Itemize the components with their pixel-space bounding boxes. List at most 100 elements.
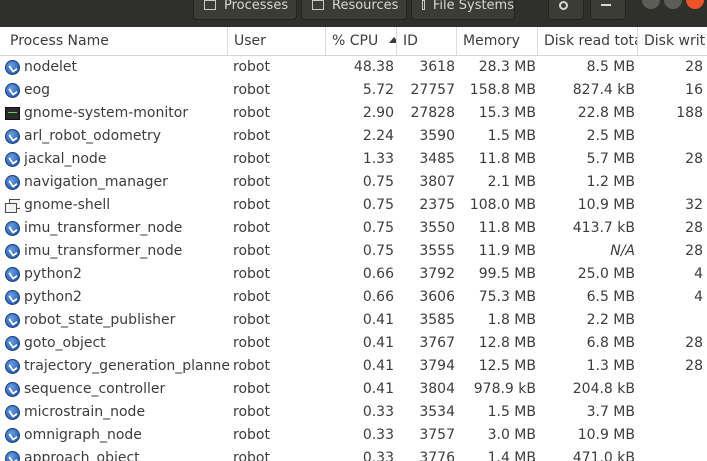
process-gear-icon (5, 428, 20, 443)
disk-write-cell (640, 125, 703, 148)
table-row[interactable]: python2 robot 0.66 3606 75.3 MB 6.5 MB 4 (0, 286, 707, 309)
maximize-icon[interactable] (664, 0, 682, 9)
table-header: Process Name User % CPU ID Memory Disk r… (0, 27, 707, 56)
cpu-cell: 0.66 (362, 289, 394, 305)
table-row[interactable]: gnome-system-monitor robot 2.90 27828 15.3 M… (0, 102, 707, 125)
cpu-cell: 48.38 (353, 59, 394, 75)
icon-glyph (5, 83, 20, 98)
memory-cell: 158.8 MB (469, 82, 536, 98)
disk-write-cell (640, 378, 703, 401)
table-row[interactable]: nodelet robot 48.38 3618 28.3 MB 8.5 MB 28 (0, 56, 707, 79)
table-row[interactable]: robot_state_publisher robot 0.41 3585 1.8 MB… (0, 309, 707, 332)
icon-glyph (5, 199, 20, 213)
search-icon (559, 0, 568, 10)
disk-read-cell: 2.5 MB (586, 128, 635, 144)
disk-read-cell: 413.7 kB (572, 220, 635, 236)
column-header-disk-write[interactable]: Disk writ (638, 27, 707, 55)
table-row[interactable]: approach_object robot 0.33 3776 1.4 MB 471.0 … (0, 447, 707, 461)
column-header-disk-read[interactable]: Disk read tota (538, 27, 638, 55)
icon-glyph (5, 129, 20, 144)
disk-read-cell: 10.9 MB (577, 197, 635, 213)
pid-cell: 3794 (419, 358, 455, 374)
column-header-cpu-label: % CPU (332, 33, 379, 49)
process-gear-icon (5, 129, 20, 144)
memory-cell: 11.9 MB (478, 243, 536, 259)
process-name: python2 (24, 289, 82, 305)
icon-glyph (5, 221, 20, 236)
cpu-cell: 0.75 (362, 174, 394, 190)
cpu-cell: 0.66 (362, 266, 394, 282)
process-name: trajectory_generation_planner (24, 358, 230, 374)
user-cell: robot (233, 312, 270, 328)
table-row[interactable]: python2 robot 0.66 3792 99.5 MB 25.0 MB 4 (0, 263, 707, 286)
disk-write-cell: 28 (685, 358, 703, 374)
tab-file-systems-label: File Systems (432, 0, 514, 13)
table-row[interactable]: imu_transformer_node robot 0.75 3550 11.8 MB… (0, 217, 707, 240)
process-gear-icon (5, 336, 20, 351)
table-row[interactable]: omnigraph_node robot 0.33 3757 3.0 MB 10.9 MB (0, 424, 707, 447)
cpu-cell: 0.75 (362, 243, 394, 259)
process-gear-icon (5, 290, 20, 305)
disk-read-cell: 471.0 kB (572, 450, 635, 461)
close-icon[interactable] (686, 0, 704, 9)
disk-write-cell (640, 171, 703, 194)
cpu-cell: 1.33 (362, 151, 394, 167)
column-header-memory[interactable]: Memory (457, 27, 538, 55)
icon-glyph (5, 428, 20, 443)
table-row[interactable]: gnome-shell robot 0.75 2375 108.0 MB 10.9 MB 3… (0, 194, 707, 217)
user-cell: robot (233, 381, 270, 397)
pid-cell: 3807 (419, 174, 455, 190)
memory-cell: 15.3 MB (478, 105, 536, 121)
table-row[interactable]: navigation_manager robot 0.75 3807 2.1 MB 1.2… (0, 171, 707, 194)
disk-write-cell: 16 (685, 82, 703, 98)
table-row[interactable]: arl_robot_odometry robot 2.24 3590 1.5 MB 2.5… (0, 125, 707, 148)
table-row[interactable]: sequence_controller robot 0.41 3804 978.9 kB… (0, 378, 707, 401)
table-row[interactable]: microstrain_node robot 0.33 3534 1.5 MB 3.7 M… (0, 401, 707, 424)
process-gear-icon (5, 244, 20, 259)
cpu-cell: 0.75 (362, 197, 394, 213)
tab-file-systems[interactable]: File Systems (411, 0, 515, 20)
search-button[interactable] (548, 0, 584, 20)
disk-write-cell (640, 401, 703, 424)
disk-write-cell (640, 309, 703, 332)
memory-cell: 1.8 MB (487, 312, 536, 328)
user-cell: robot (233, 220, 270, 236)
column-header-process-name[interactable]: Process Name (4, 27, 228, 55)
tab-processes[interactable]: Processes (193, 0, 297, 20)
cpu-cell: 2.90 (362, 105, 394, 121)
table-row[interactable]: jackal_node robot 1.33 3485 11.8 MB 5.7 MB 28 (0, 148, 707, 171)
tab-resources-label: Resources (332, 0, 399, 13)
column-header-cpu[interactable]: % CPU (326, 27, 397, 55)
table-row[interactable]: goto_object robot 0.41 3767 12.8 MB 6.8 MB 28 (0, 332, 707, 355)
disk-write-cell: 32 (685, 197, 703, 213)
pid-cell: 27757 (410, 82, 455, 98)
disk-read-cell: 5.7 MB (586, 151, 635, 167)
column-header-user[interactable]: User (228, 27, 326, 55)
process-name: arl_robot_odometry (24, 128, 161, 144)
sort-ascending-icon (388, 37, 396, 43)
user-cell: robot (233, 105, 270, 121)
pid-cell: 3485 (419, 151, 455, 167)
process-gear-icon (5, 175, 20, 190)
pid-cell: 3792 (419, 266, 455, 282)
column-header-process-name-label: Process Name (10, 33, 109, 49)
table-row[interactable]: imu_transformer_node robot 0.75 3555 11.9 MB… (0, 240, 707, 263)
user-cell: robot (233, 243, 270, 259)
memory-cell: 1.5 MB (487, 128, 536, 144)
cpu-cell: 0.33 (362, 404, 394, 420)
process-name: sequence_controller (24, 381, 166, 397)
menu-button[interactable] (590, 0, 626, 20)
pid-cell: 3534 (419, 404, 455, 420)
file-systems-icon (422, 0, 425, 10)
disk-read-cell: 204.8 kB (572, 381, 635, 397)
minimize-icon[interactable] (642, 0, 660, 9)
user-cell: robot (233, 404, 270, 420)
table-row[interactable]: trajectory_generation_planner robot 0.41 37… (0, 355, 707, 378)
column-header-id[interactable]: ID (397, 27, 457, 55)
tab-resources[interactable]: Resources (301, 0, 407, 20)
disk-read-cell: 25.0 MB (577, 266, 635, 282)
icon-glyph (5, 152, 20, 167)
icon-glyph (5, 107, 20, 120)
disk-read-cell: 1.3 MB (586, 358, 635, 374)
table-row[interactable]: eog robot 5.72 27757 158.8 MB 827.4 kB 16 (0, 79, 707, 102)
